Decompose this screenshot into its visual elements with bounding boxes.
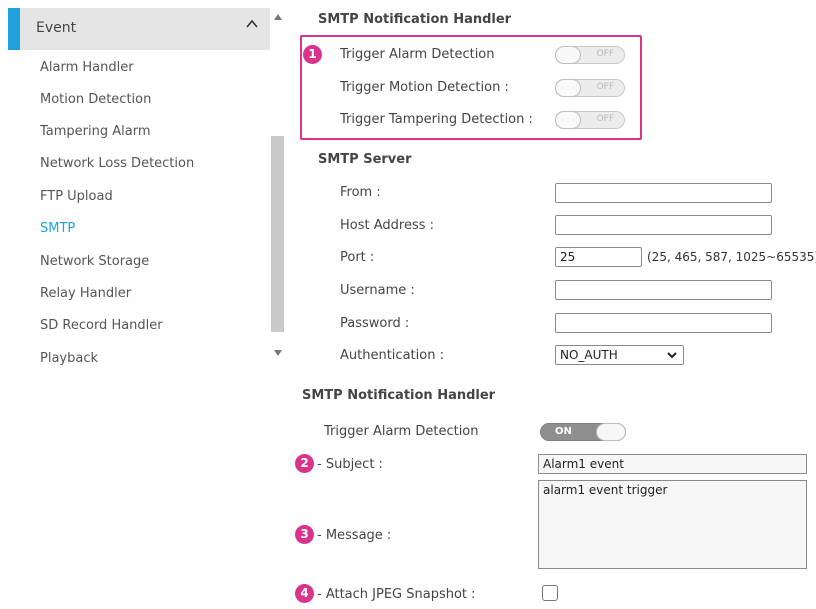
sidebar-item-motion-detection[interactable]: Motion Detection: [40, 92, 151, 107]
callout-badge-2: 2: [295, 454, 314, 473]
authentication-select[interactable]: NO_AUTH: [555, 345, 684, 365]
callout-badge-1: 1: [303, 45, 322, 64]
sidebar-item-alarm-handler[interactable]: Alarm Handler: [40, 60, 134, 75]
username-input[interactable]: [555, 280, 772, 300]
bottom-trigger-alarm-toggle[interactable]: ON: [540, 423, 626, 441]
chevron-down-icon: [667, 352, 677, 359]
sidebar-item-sd-record-handler[interactable]: SD Record Handler: [40, 318, 163, 333]
sidebar-item-playback[interactable]: Playback: [40, 351, 98, 366]
toggle-knob: [596, 423, 626, 441]
sidebar-scrollbar[interactable]: [270, 8, 286, 368]
trigger-alarm-label: Trigger Alarm Detection: [340, 47, 495, 62]
sidebar: Event Alarm Handler Motion Detection Tam…: [8, 8, 270, 370]
port-label: Port :: [340, 250, 375, 265]
attach-jpeg-label: - Attach JPEG Snapshot :: [317, 587, 476, 602]
scrollbar-thumb[interactable]: [271, 136, 284, 332]
sidebar-item-network-loss-detection[interactable]: Network Loss Detection: [40, 156, 194, 171]
chevron-up-icon[interactable]: [246, 18, 258, 30]
toggle-state-label: ON: [555, 426, 572, 437]
scroll-up-arrow-icon[interactable]: [274, 14, 282, 20]
message-textarea[interactable]: alarm1 event trigger: [538, 480, 807, 569]
callout-badge-3: 3: [295, 525, 314, 544]
bottom-trigger-alarm-label: Trigger Alarm Detection: [324, 424, 479, 439]
sidebar-item-smtp[interactable]: SMTP: [40, 221, 75, 236]
subject-input[interactable]: Alarm1 event: [538, 454, 807, 474]
password-input[interactable]: [555, 313, 772, 333]
sidebar-item-ftp-upload[interactable]: FTP Upload: [40, 189, 113, 204]
sidebar-item-relay-handler[interactable]: Relay Handler: [40, 286, 131, 301]
port-range-hint: (25, 465, 587, 1025~65535): [647, 250, 816, 264]
toggle-knob: [555, 46, 581, 64]
trigger-motion-label: Trigger Motion Detection :: [340, 80, 509, 95]
trigger-tampering-toggle[interactable]: OFF: [555, 111, 625, 129]
from-input[interactable]: [555, 183, 772, 203]
subject-label: - Subject :: [317, 457, 383, 472]
toggle-state-label: OFF: [596, 49, 614, 59]
trigger-alarm-toggle[interactable]: OFF: [555, 46, 625, 64]
toggle-state-label: OFF: [596, 114, 614, 124]
sidebar-item-network-storage[interactable]: Network Storage: [40, 254, 149, 269]
host-address-input[interactable]: [555, 215, 772, 235]
sidebar-item-tampering-alarm[interactable]: Tampering Alarm: [40, 124, 151, 139]
sidebar-section-event[interactable]: Event: [8, 8, 270, 50]
sidebar-section-label: Event: [36, 20, 77, 36]
host-address-label: Host Address :: [340, 218, 435, 233]
bottom-handler-title: SMTP Notification Handler: [302, 388, 496, 403]
attach-jpeg-checkbox[interactable]: [542, 585, 558, 601]
toggle-knob: [555, 111, 581, 129]
username-label: Username :: [340, 283, 415, 298]
trigger-motion-toggle[interactable]: OFF: [555, 79, 625, 97]
trigger-tampering-label: Trigger Tampering Detection :: [340, 112, 533, 127]
toggle-knob: [555, 79, 581, 97]
port-input[interactable]: 25: [555, 247, 642, 267]
scroll-down-arrow-icon[interactable]: [274, 350, 282, 356]
smtp-server-title: SMTP Server: [318, 152, 412, 167]
smtp-notification-handler-title: SMTP Notification Handler: [318, 12, 512, 27]
password-label: Password :: [340, 316, 410, 331]
message-label: - Message :: [317, 528, 392, 543]
authentication-label: Authentication :: [340, 348, 444, 363]
smtp-settings-panel: Event Alarm Handler Motion Detection Tam…: [0, 0, 816, 370]
from-label: From :: [340, 185, 381, 200]
callout-badge-4: 4: [295, 584, 314, 603]
authentication-selected-value: NO_AUTH: [560, 348, 618, 362]
smtp-handler-detail-panel: SMTP Notification Handler Trigger Alarm …: [280, 378, 816, 609]
toggle-state-label: OFF: [596, 82, 614, 92]
